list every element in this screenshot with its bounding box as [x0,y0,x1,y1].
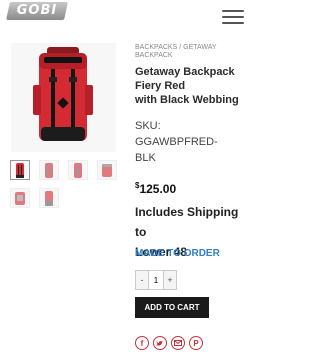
quantity-minus-button[interactable]: - [136,271,148,289]
logo-text: GOBI [16,3,58,18]
email-icon[interactable] [171,336,185,350]
add-to-cart-button[interactable]: ADD TO CART [135,297,209,318]
thumbnail-6[interactable] [39,188,59,208]
quantity-input[interactable] [148,271,164,289]
twitter-icon[interactable] [153,336,167,350]
product-main-image[interactable] [11,43,116,152]
sku-value-2: BLK [135,152,156,164]
product-title: Getaway Backpack Fiery Red with Black We… [135,65,247,107]
shipping-line-1: Includes Shipping to [135,205,239,239]
quantity-stepper: - + [135,270,177,290]
hamburger-menu-icon[interactable] [222,10,244,24]
quantity-plus-button[interactable]: + [164,271,176,289]
title-line-1: Getaway Backpack [135,66,235,78]
thumbnail-2[interactable] [39,160,59,180]
sku-value-1: GGAWBPFRED- [135,136,218,148]
title-line-3: with Black Webbing [135,94,239,106]
title-line-2: Fiery Red [135,80,186,92]
price-amount: 125.00 [139,182,177,196]
product-price: $125.00 [135,181,247,196]
breadcrumb-backpacks[interactable]: BACKPACKS [135,44,177,51]
product-sku: SKU: GGAWBPFRED- BLK [135,118,247,166]
breadcrumb-separator: / [179,44,182,51]
thumbnail-4[interactable] [97,160,117,180]
breadcrumb: BACKPACKS / GETAWAY BACKPACK [135,44,247,60]
site-header: GOBI [0,0,250,30]
share-icons: f P [135,336,207,350]
pinterest-icon[interactable]: P [189,336,203,350]
sku-label: SKU: [135,120,161,132]
backpack-image [33,47,93,141]
thumbnail-1[interactable] [10,160,30,180]
thumbnail-3[interactable] [68,160,88,180]
facebook-icon[interactable]: f [135,336,149,350]
availability-status: MADE TO ORDER [135,248,220,259]
thumbnail-5[interactable] [10,188,30,208]
site-logo[interactable]: GOBI [6,2,68,20]
